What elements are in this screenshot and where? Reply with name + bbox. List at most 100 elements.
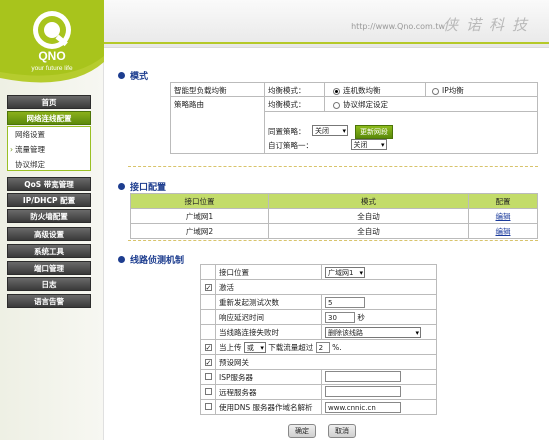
mode-smart-balance-label: 智能型负载均衡	[174, 86, 227, 95]
update-segment-button[interactable]: 更新网段	[355, 125, 393, 139]
detect-row-remote: 远程服务器	[200, 384, 437, 400]
dns-label: 使用DNS 服务器作域名解析	[215, 399, 322, 415]
remote-label: 远程服务器	[215, 384, 322, 400]
logo-slogan: your future life	[31, 65, 73, 72]
radio-ip[interactable]	[432, 87, 439, 95]
delay-unit: 秒	[357, 312, 365, 322]
ports-table: 接口位置 模式 配置 广域网1 全自动 编辑 广域网2 全自动 编辑	[130, 193, 538, 239]
port-mode: 全自动	[268, 208, 469, 224]
mode-col-divider-2	[425, 82, 426, 96]
delay-input[interactable]: 30	[325, 311, 355, 323]
isp-policy-select[interactable]: 关闭	[312, 125, 348, 136]
table-row: 广域网2 全自动 编辑	[130, 223, 538, 239]
edit-link-wan1[interactable]: 编辑	[496, 212, 511, 221]
table-row: 广域网1 全自动 编辑	[130, 208, 538, 224]
nav-qos[interactable]: QoS 带宽管理	[7, 177, 91, 191]
bullet-icon	[118, 256, 125, 263]
detect-row-gateway: ✓ 预设网关	[200, 354, 437, 370]
detect-row-delay: 响应延迟时间 30 秒	[200, 309, 437, 325]
custom-policy-select[interactable]: 关闭	[350, 139, 387, 150]
download-label: 下载流量超过	[268, 342, 314, 352]
retry-input[interactable]: 5	[325, 296, 365, 308]
upload-unit: %.	[332, 342, 342, 352]
nav-system-tools[interactable]: 系统工具	[7, 244, 91, 258]
retry-label: 重新发起测试次数	[215, 294, 322, 310]
mode-policy-route-label: 策略路由	[174, 100, 204, 109]
mode-balance-field-2: 均衡模式：	[268, 100, 306, 109]
mode-balance-field-1: 均衡模式：	[268, 86, 306, 95]
section-divider-2	[128, 240, 538, 241]
nav-advanced[interactable]: 高级设置	[7, 227, 91, 241]
upload-mode-select[interactable]: 或	[243, 341, 266, 353]
isp-checkbox[interactable]	[204, 372, 212, 380]
port-mode: 全自动	[268, 223, 469, 239]
isp-label: ISP服务器	[215, 369, 322, 385]
header-brand-cn: 侠诺科技	[442, 16, 535, 34]
mode-conn-option[interactable]: 连机数均衡	[333, 85, 381, 96]
mode-ip-option[interactable]: IP均衡	[432, 85, 464, 96]
detect-row-upload: ✓ 当上传 或 下载流量超过 2 %.	[200, 339, 437, 355]
apply-button[interactable]: 确定	[288, 424, 316, 438]
port-name: 广域网2	[130, 223, 269, 239]
header-url: http://www.Qno.com.tw	[351, 22, 445, 31]
logo-brand: QNO	[38, 49, 65, 63]
detect-row-port: 接口位置 广域网1	[200, 264, 437, 280]
mode-col-divider	[324, 82, 325, 112]
detect-table: 接口位置 广域网1 ✓ 激活 重新发起测试次数 5 响应延迟时间 30 秒 当线…	[200, 264, 437, 415]
remote-checkbox[interactable]	[204, 387, 212, 395]
port-select[interactable]: 广域网1	[325, 266, 365, 278]
gateway-label: 预设网关	[215, 354, 437, 370]
port-label: 接口位置	[215, 264, 322, 280]
upload-threshold-input[interactable]: 2	[315, 341, 330, 353]
submenu-network-settings[interactable]: 网络设置	[8, 127, 90, 142]
port-action-cell: 编辑	[468, 223, 538, 239]
custom-policy-label: 自订策略一：	[268, 141, 313, 150]
mode-proto-option[interactable]: 协议绑定设定	[333, 99, 388, 110]
detect-row-retry: 重新发起测试次数 5	[200, 294, 437, 310]
col-mode: 模式	[268, 193, 469, 209]
detect-row-action: 当线路连接失败时 删除该线路	[200, 324, 437, 340]
col-config: 配置	[468, 193, 538, 209]
isp-policy-label: 同置策略：	[268, 127, 306, 136]
detect-row-isp: ISP服务器	[200, 369, 437, 385]
nav-ip-dhcp[interactable]: IP/DHCP 配置	[7, 193, 91, 207]
nav-port-management[interactable]: 端口管理	[7, 261, 91, 275]
nav-log[interactable]: 日志	[7, 277, 91, 291]
section-ports-title: 接口配置	[118, 180, 166, 193]
col-port: 接口位置	[130, 193, 269, 209]
ports-table-header: 接口位置 模式 配置	[130, 193, 538, 209]
section-divider-1	[128, 166, 538, 167]
upload-label: 当上传	[219, 342, 242, 352]
radio-conn[interactable]	[333, 87, 340, 95]
submenu-traffic-management[interactable]: 流量管理	[8, 142, 90, 157]
submenu: 网络设置 流量管理 协议绑定	[7, 126, 91, 171]
radio-proto[interactable]	[333, 101, 340, 109]
bullet-icon	[118, 72, 125, 79]
nav-language[interactable]: 语言告警	[7, 294, 91, 308]
nav-firewall[interactable]: 防火墙配置	[7, 209, 91, 223]
delay-label: 响应延迟时间	[215, 309, 322, 325]
action-label: 当线路连接失败时	[215, 324, 322, 340]
section-mode-title: 模式	[118, 69, 148, 82]
port-name: 广域网1	[130, 208, 269, 224]
port-action-cell: 编辑	[468, 208, 538, 224]
dns-input[interactable]: www.cnnic.cn	[325, 401, 401, 413]
remote-input[interactable]	[325, 385, 401, 397]
bullet-icon	[118, 183, 125, 190]
cancel-button[interactable]: 取消	[328, 424, 356, 438]
upload-checkbox[interactable]: ✓	[204, 343, 212, 351]
enable-checkbox[interactable]: ✓	[204, 283, 212, 291]
isp-input[interactable]	[325, 370, 401, 382]
qno-logo: QNO your future life	[0, 0, 104, 83]
submenu-protocol-binding[interactable]: 协议绑定	[8, 157, 90, 172]
mode-row-divider	[170, 96, 538, 97]
edit-link-wan2[interactable]: 编辑	[496, 227, 511, 236]
dns-checkbox[interactable]	[204, 402, 212, 410]
action-select[interactable]: 删除该线路	[325, 326, 421, 338]
gateway-checkbox[interactable]: ✓	[204, 358, 212, 366]
mode-divider	[264, 82, 265, 154]
nav-home[interactable]: 首页	[7, 95, 91, 109]
header-accent-line	[104, 42, 549, 44]
mode-sub-divider	[264, 111, 538, 112]
nav-network-config[interactable]: 网络连线配置	[7, 111, 91, 125]
